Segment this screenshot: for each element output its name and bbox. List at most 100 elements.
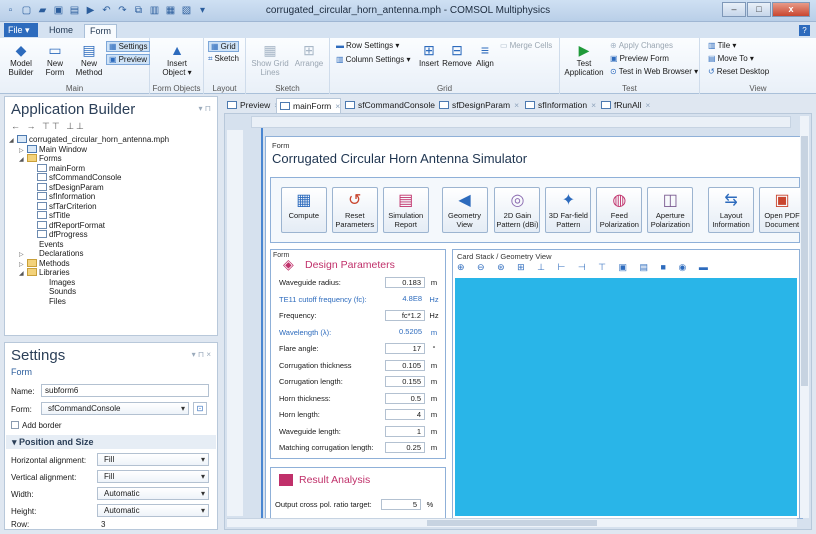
tab-home[interactable]: Home	[44, 24, 78, 38]
parameter-input[interactable]: 17	[385, 343, 425, 354]
move-to-button[interactable]: ▤ Move To ▾	[708, 54, 754, 63]
settings-pin-icon[interactable]: ▾ ⊓ ×	[192, 350, 211, 359]
test-application-button[interactable]: ▶ Test Application	[564, 42, 604, 77]
close-tab-icon[interactable]: ×	[514, 100, 519, 110]
cross-pol-input[interactable]: 5	[381, 499, 421, 510]
grid-toggle[interactable]: ▦ Grid	[208, 41, 239, 52]
row-settings-button[interactable]: ▬ Row Settings ▾	[336, 41, 399, 50]
row-value[interactable]: 3	[101, 520, 105, 529]
close-tab-icon[interactable]: ×	[645, 100, 650, 110]
tree-item[interactable]: Sounds	[9, 287, 215, 297]
toolbar-button[interactable]: ◀ Geometry View	[441, 187, 488, 233]
tree-item[interactable]: mainForm	[9, 163, 215, 174]
add-border-checkbox[interactable]	[11, 421, 19, 429]
height-select[interactable]: Automatic	[97, 504, 209, 517]
doc-tab[interactable]: fRunAll ×	[598, 98, 650, 113]
toolbar-button[interactable]: ⇆ Layout Information	[708, 187, 755, 233]
horizontal-scroll-thumb[interactable]	[427, 520, 597, 526]
close-button[interactable]: x	[772, 2, 810, 17]
name-field[interactable]: subform6	[41, 384, 209, 397]
horizontal-scrollbar[interactable]	[227, 518, 797, 527]
vertical-scroll-thumb[interactable]	[801, 136, 808, 386]
vertical-scrollbar[interactable]	[800, 116, 809, 518]
close-tab-icon[interactable]: ×	[591, 100, 596, 110]
toolbar-button[interactable]: ◫ Aperture Polarization	[647, 187, 694, 233]
tree-nav[interactable]: ← → ⊤⊤ ⊥⊥	[11, 121, 86, 132]
tree-item[interactable]: Files	[9, 297, 215, 307]
parameter-input[interactable]: 0.25	[385, 442, 425, 453]
close-tab-icon[interactable]: ×	[335, 101, 340, 111]
toolbar-button[interactable]: ↺ Reset Parameters	[331, 187, 378, 233]
tree-item[interactable]: sfInformation	[9, 192, 215, 202]
tree-item[interactable]: dfProgress	[9, 230, 215, 240]
tree-item[interactable]: ▷ Main Window	[9, 144, 215, 155]
maximize-button[interactable]: □	[747, 2, 771, 17]
graphics-toolbar[interactable]: ⊕ ⊖ ⊛ ⊞ ⊥ ⊢ ⊣ ⊤ ▣ ▤ ■ ◉ ▬	[457, 262, 713, 276]
preview-form-button[interactable]: ▣ Preview Form	[610, 54, 669, 63]
parameter-input[interactable]: 0.155	[385, 376, 425, 387]
doc-tab[interactable]: Preview×	[224, 98, 279, 113]
insert-button[interactable]: ⊞ Insert	[416, 42, 442, 68]
tree-item[interactable]: ◢ Libraries	[9, 268, 215, 278]
file-menu-tab[interactable]: File ▾	[4, 23, 38, 37]
toolbar-button[interactable]: ▦ Compute	[280, 187, 327, 233]
column-settings-button[interactable]: ▥ Column Settings ▾	[336, 55, 411, 64]
halign-select[interactable]: Fill	[97, 453, 209, 466]
tree-item[interactable]: Events	[9, 240, 215, 250]
parameter-input[interactable]: 0.183	[385, 277, 425, 288]
remove-button[interactable]: ⊟ Remove	[442, 42, 472, 68]
show-grid-lines-button[interactable]: ▦ Show Grid Lines	[250, 42, 290, 77]
toolbar-button[interactable]: ✦ 3D Far-field Pattern	[545, 187, 592, 233]
reset-desktop-button[interactable]: ↺ Reset Desktop	[708, 67, 769, 76]
tree-item[interactable]: ▷ Methods	[9, 258, 215, 269]
test-web-browser-button[interactable]: ⊙ Test in Web Browser ▾	[610, 67, 698, 76]
minimize-button[interactable]: –	[722, 2, 746, 17]
parameter-input[interactable]: 0.5	[385, 392, 425, 404]
tree-item[interactable]: ◢ corrugated_circular_horn_antenna.mph	[9, 135, 215, 145]
parameter-input[interactable]: 4	[385, 409, 425, 420]
toolbar-button[interactable]: ◍ Feed Polarization	[596, 187, 643, 233]
model-builder-button[interactable]: ◆ Model Builder	[6, 42, 36, 77]
arrange-button[interactable]: ⊞ Arrange	[292, 42, 326, 68]
parameter-input[interactable]: 0.105	[385, 359, 425, 371]
add-border-checkbox-wrap[interactable]: Add border	[11, 421, 62, 430]
settings-panel: Settings ▾ ⊓ × Form Name: subform6 Form:…	[4, 342, 218, 530]
tree-options-icon[interactable]: ⊤⊤ ⊥⊥	[42, 121, 86, 131]
tree-item[interactable]: sfTitle	[9, 211, 215, 221]
apply-changes-button[interactable]: ⊕ Apply Changes	[610, 41, 673, 50]
tile-button[interactable]: ▥ Tile ▾	[708, 41, 736, 50]
go-to-source-icon[interactable]: ⊡	[193, 402, 207, 415]
insert-object-button[interactable]: ▲ Insert Object ▾	[156, 42, 198, 77]
help-icon[interactable]: ?	[799, 25, 810, 36]
parameter-input[interactable]: 1	[385, 425, 425, 437]
panel-pin-icon[interactable]: ▾ ⊓	[199, 104, 211, 113]
tree-item[interactable]: sfCommandConsole	[9, 173, 215, 183]
doc-tab[interactable]: sfInformation ×	[522, 98, 596, 113]
merge-cells-button[interactable]: ▭ Merge Cells	[500, 41, 552, 50]
sketch-toggle[interactable]: ⌗ Sketch	[208, 54, 239, 64]
tree-item[interactable]: Images	[9, 278, 215, 288]
tree-item[interactable]: sfTarCriterion	[9, 201, 215, 212]
doc-tab[interactable]: sfDesignParam ×	[436, 98, 519, 113]
preview-toggle[interactable]: ▣ Preview	[106, 54, 151, 65]
align-button[interactable]: ≡ Align	[472, 42, 498, 68]
valign-select[interactable]: Fill	[97, 470, 209, 483]
toolbar-button[interactable]: ▣ Open PDF Document	[759, 187, 806, 233]
new-method-button[interactable]: ▤ New Method	[72, 42, 106, 77]
settings-toggle[interactable]: ▦ Settings	[106, 41, 151, 52]
toolbar-button[interactable]: ▤ Simulation Report	[382, 187, 429, 233]
form-select[interactable]: sfCommandConsole	[41, 402, 189, 415]
tree-item[interactable]: sfDesignParam	[9, 182, 215, 193]
position-size-section[interactable]: ▾ Position and Size	[6, 435, 216, 449]
width-select[interactable]: Automatic	[97, 487, 209, 500]
toolbar-button[interactable]: ◎ 2D Gain Pattern (dBi)	[494, 187, 541, 233]
tree-item[interactable]: ◢ Forms	[9, 154, 215, 164]
new-form-button[interactable]: ▭ New Form	[42, 42, 68, 77]
tab-form[interactable]: Form	[84, 24, 117, 38]
tree-item[interactable]: dfReportFormat	[9, 220, 215, 231]
parameter-input[interactable]: fc*1.2	[385, 310, 425, 321]
tree-item[interactable]: ▷ Declarations	[9, 249, 215, 259]
doc-tab[interactable]: sfCommandConsole×	[342, 98, 444, 113]
graphics-canvas[interactable]	[455, 278, 797, 516]
doc-tab[interactable]: mainForm ×	[276, 98, 342, 113]
